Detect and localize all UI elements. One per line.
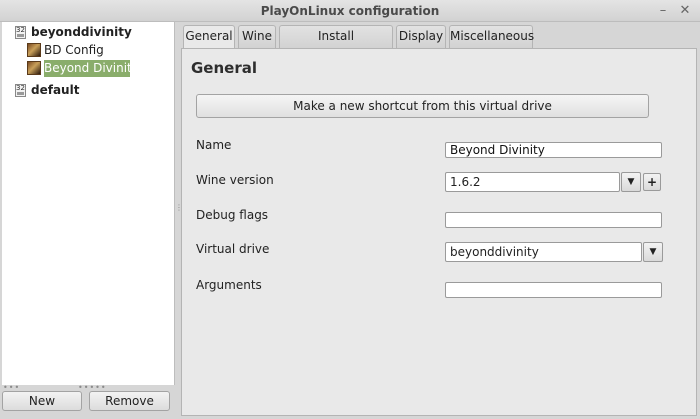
prefix-32bit-icon: 32 [15, 84, 26, 97]
tree-item-beyonddivinity[interactable]: 32 beyonddivinity [2, 24, 173, 41]
app-icon [27, 61, 41, 75]
app-icon [27, 43, 41, 57]
tab-general[interactable]: General [183, 25, 235, 49]
tree-item-label: beyonddivinity [31, 25, 132, 39]
close-icon[interactable]: ✕ [676, 2, 694, 20]
tree-item-label: Beyond Divinity [44, 61, 139, 75]
add-wine-version-button[interactable]: + [643, 173, 661, 191]
title-bar: PlayOnLinux configuration – ✕ [0, 0, 700, 22]
name-input[interactable]: Beyond Divinity [445, 142, 662, 158]
make-shortcut-button[interactable]: Make a new shortcut from this virtual dr… [196, 94, 649, 118]
minimize-icon[interactable]: – [654, 2, 672, 20]
section-title: General [191, 59, 257, 77]
tab-display[interactable]: Display [396, 25, 446, 48]
general-panel: General Make a new shortcut from this vi… [181, 48, 697, 416]
tree-item-label: default [31, 83, 80, 97]
new-button[interactable]: New [2, 391, 82, 411]
wine-version-label: Wine version [196, 173, 274, 187]
tree-item-beyond-divinity[interactable]: Beyond Divinity [2, 60, 173, 77]
tree-item-label: BD Config [44, 43, 104, 57]
window-title: PlayOnLinux configuration [260, 4, 440, 18]
chevron-down-icon[interactable]: ▼ [621, 172, 641, 192]
debug-flags-label: Debug flags [196, 208, 269, 222]
virtual-drive-select[interactable]: beyonddivinity [445, 242, 642, 262]
tab-wine[interactable]: Wine [238, 25, 276, 48]
remove-button[interactable]: Remove [89, 391, 170, 411]
playonlinux-config-window: PlayOnLinux configuration – ✕ 32 beyondd… [0, 0, 700, 419]
prefix-32bit-icon: 32 [15, 26, 26, 39]
arguments-label: Arguments [196, 278, 262, 292]
prefix-tree: 32 beyonddivinity BD Config Beyond Divin… [2, 22, 175, 385]
tree-item-default[interactable]: 32 default [2, 82, 173, 99]
tab-miscellaneous[interactable]: Miscellaneous [449, 25, 534, 48]
virtual-drive-label: Virtual drive [196, 242, 270, 256]
tab-install-components[interactable]: Install components [279, 25, 393, 64]
tree-item-bd-config[interactable]: BD Config [2, 42, 173, 59]
wine-version-select[interactable]: 1.6.2 [445, 172, 620, 192]
chevron-down-icon[interactable]: ▼ [643, 242, 663, 262]
name-label: Name [196, 138, 232, 152]
arguments-input[interactable] [445, 282, 662, 298]
debug-flags-input[interactable] [445, 212, 662, 228]
